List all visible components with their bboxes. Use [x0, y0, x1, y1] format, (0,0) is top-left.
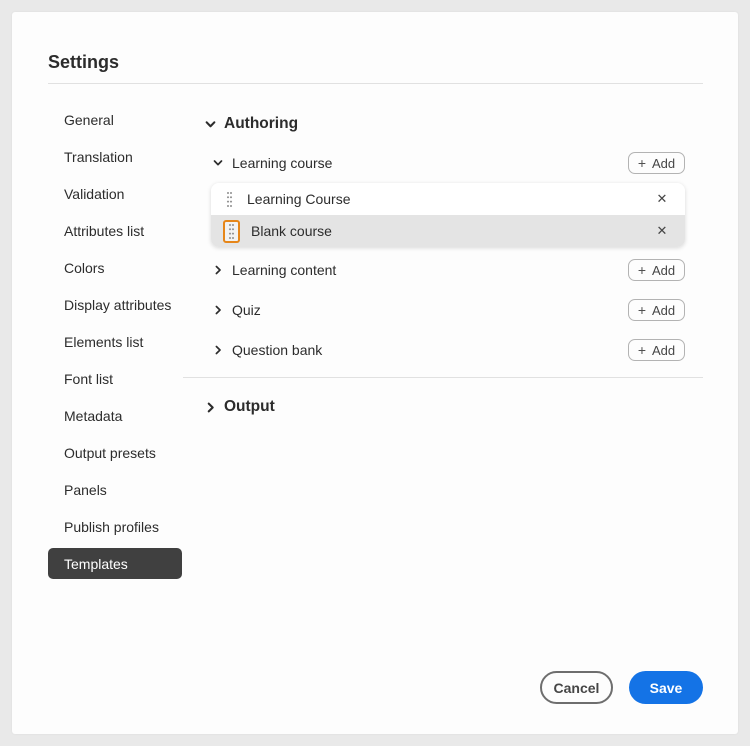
- drag-handle-icon[interactable]: [226, 191, 232, 207]
- add-button-label: Add: [652, 302, 676, 318]
- template-label: Learning Course: [247, 191, 351, 207]
- learning-course-group-label: Learning course: [232, 155, 333, 171]
- settings-dialog-backdrop: Settings General Translation Validation …: [0, 0, 750, 746]
- plus-icon: +: [637, 342, 647, 358]
- sidebar-item-display-attributes[interactable]: Display attributes: [48, 289, 182, 320]
- output-section-label: Output: [224, 398, 275, 415]
- add-question-bank-button[interactable]: + Add: [628, 339, 685, 361]
- remove-template-icon[interactable]: ✕: [653, 190, 671, 208]
- learning-content-group-toggle[interactable]: Learning content + Add: [190, 259, 703, 281]
- drag-handle-icon: [228, 223, 234, 239]
- sidebar-item-translation[interactable]: Translation: [48, 141, 182, 172]
- sidebar-item-elements-list[interactable]: Elements list: [48, 326, 182, 357]
- sidebar-item-validation[interactable]: Validation: [48, 178, 182, 209]
- drag-handle-zone: [219, 219, 243, 243]
- sidebar-item-colors[interactable]: Colors: [48, 252, 182, 283]
- sidebar-item-publish-profiles[interactable]: Publish profiles: [48, 511, 182, 542]
- drag-handle-focused[interactable]: [222, 219, 240, 243]
- quiz-group-label: Quiz: [232, 302, 261, 318]
- chevron-down-icon: [213, 158, 223, 168]
- chevron-right-icon: [213, 305, 223, 315]
- settings-dialog: Settings General Translation Validation …: [12, 12, 738, 734]
- plus-icon: +: [637, 155, 647, 171]
- add-button-label: Add: [652, 262, 676, 278]
- drag-handle-zone: [219, 191, 239, 207]
- add-button-label: Add: [652, 155, 676, 171]
- add-learning-course-button[interactable]: + Add: [628, 152, 685, 174]
- learning-course-group-toggle[interactable]: Learning course + Add: [190, 152, 703, 174]
- sidebar-item-templates[interactable]: Templates: [48, 548, 182, 579]
- question-bank-group-label: Question bank: [232, 342, 323, 358]
- template-list: Learning Course ✕ Blank course ✕: [211, 183, 685, 247]
- quiz-group-toggle[interactable]: Quiz + Add: [190, 299, 703, 321]
- authoring-section-label: Authoring: [224, 115, 299, 132]
- chevron-down-icon: [205, 119, 216, 130]
- plus-icon: +: [637, 302, 647, 318]
- question-bank-group-toggle[interactable]: Question bank + Add: [190, 339, 703, 361]
- chevron-right-icon: [213, 265, 223, 275]
- chevron-right-icon: [213, 345, 223, 355]
- sidebar-item-metadata[interactable]: Metadata: [48, 400, 182, 431]
- output-section-toggle[interactable]: Output: [190, 395, 275, 419]
- sidebar-item-general[interactable]: General: [48, 104, 182, 135]
- authoring-section-toggle[interactable]: Authoring: [190, 112, 298, 136]
- section-divider: [183, 377, 703, 378]
- sidebar-item-panels[interactable]: Panels: [48, 474, 182, 505]
- settings-sidebar: General Translation Validation Attribute…: [48, 104, 194, 585]
- plus-icon: +: [637, 262, 647, 278]
- add-learning-content-button[interactable]: + Add: [628, 259, 685, 281]
- sidebar-item-font-list[interactable]: Font list: [48, 363, 182, 394]
- cancel-button[interactable]: Cancel: [540, 671, 613, 704]
- templates-settings-panel: Authoring Learning course + Add Learning: [190, 12, 703, 734]
- add-quiz-button[interactable]: + Add: [628, 299, 685, 321]
- add-button-label: Add: [652, 342, 676, 358]
- page-title: Settings: [48, 52, 120, 72]
- learning-content-group-label: Learning content: [232, 262, 337, 278]
- remove-template-icon[interactable]: ✕: [653, 222, 671, 240]
- template-label: Blank course: [251, 223, 332, 239]
- sidebar-item-attributes-list[interactable]: Attributes list: [48, 215, 182, 246]
- sidebar-item-output-presets[interactable]: Output presets: [48, 437, 182, 468]
- chevron-right-icon: [205, 402, 216, 413]
- template-row-blank-course[interactable]: Blank course ✕: [211, 215, 685, 247]
- template-row-learning-course[interactable]: Learning Course ✕: [211, 183, 685, 215]
- save-button[interactable]: Save: [629, 671, 703, 704]
